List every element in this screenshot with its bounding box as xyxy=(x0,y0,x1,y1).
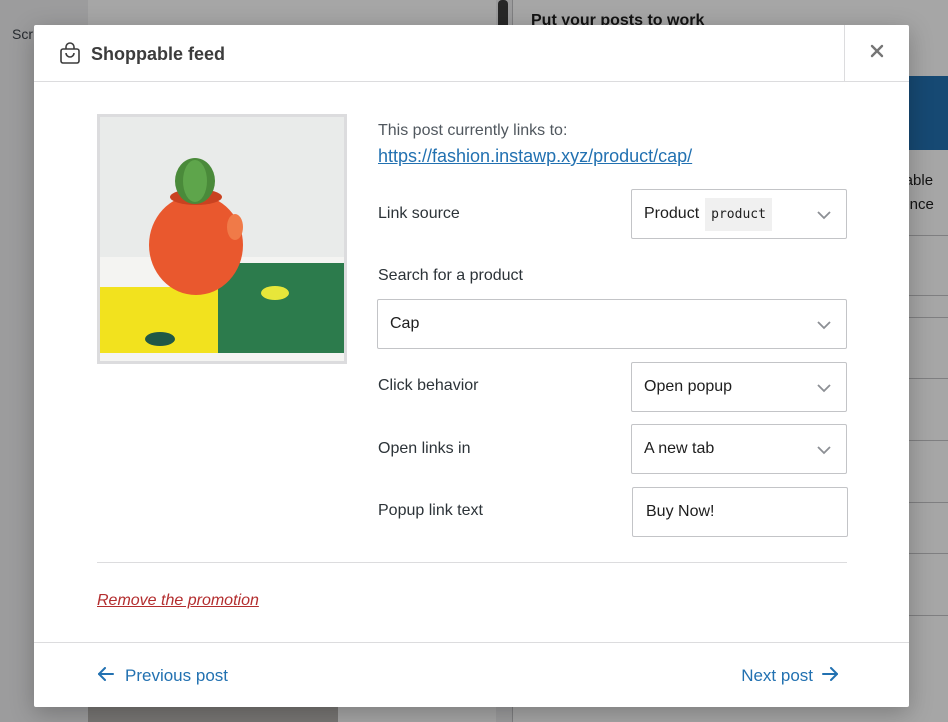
chevron-down-icon xyxy=(816,318,832,330)
link-source-select[interactable]: Product product xyxy=(631,189,847,239)
open-links-in-label: Open links in xyxy=(378,440,471,457)
modal-header: Shoppable feed xyxy=(34,25,909,82)
chevron-down-icon xyxy=(816,381,832,393)
link-source-label: Link source xyxy=(378,205,460,222)
current-post-link[interactable]: https://fashion.instawp.xyz/product/cap/ xyxy=(378,146,692,167)
chevron-down-icon xyxy=(816,443,832,455)
next-post-label: Next post xyxy=(741,666,813,685)
search-product-label: Search for a product xyxy=(378,267,523,284)
modal-title: Shoppable feed xyxy=(91,44,226,64)
close-button[interactable] xyxy=(844,25,909,82)
arrow-right-icon xyxy=(821,666,839,686)
search-product-select[interactable]: Cap xyxy=(377,299,847,349)
popup-link-text-input[interactable] xyxy=(632,487,848,537)
current-link-label: This post currently links to: xyxy=(378,122,568,139)
close-icon xyxy=(870,44,884,63)
open-links-in-select[interactable]: A new tab xyxy=(631,424,847,474)
open-links-in-value: A new tab xyxy=(644,440,715,457)
popup-link-text-label: Popup link text xyxy=(378,502,483,519)
link-source-type-tag: product xyxy=(705,197,772,231)
click-behavior-value: Open popup xyxy=(644,378,733,395)
search-product-value: Cap xyxy=(390,315,420,332)
section-divider xyxy=(97,562,847,563)
next-post-button[interactable]: Next post xyxy=(741,666,839,686)
previous-post-label: Previous post xyxy=(125,666,228,685)
shopping-bag-icon xyxy=(58,42,82,66)
link-source-value: Product xyxy=(644,205,700,222)
shoppable-feed-modal: Shoppable feed This post currently links… xyxy=(34,25,909,707)
remove-promotion-link[interactable]: Remove the promotion xyxy=(97,592,259,610)
chevron-down-icon xyxy=(816,208,832,220)
post-thumbnail xyxy=(97,114,347,364)
previous-post-button[interactable]: Previous post xyxy=(97,666,228,686)
arrow-left-icon xyxy=(97,666,115,686)
click-behavior-label: Click behavior xyxy=(378,377,479,394)
modal-footer: Previous post Next post xyxy=(34,642,909,707)
click-behavior-select[interactable]: Open popup xyxy=(631,362,847,412)
